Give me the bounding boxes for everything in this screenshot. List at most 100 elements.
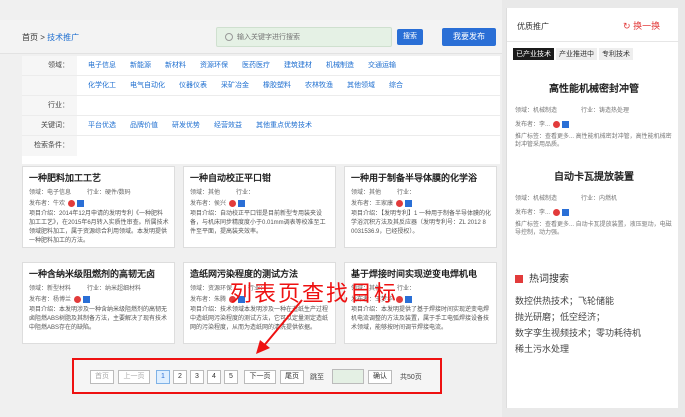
- filter-option[interactable]: 新能源: [130, 62, 151, 69]
- promo-industry: 行业：内燃机: [581, 196, 618, 202]
- sidebar-title: 优质推广: [517, 22, 549, 31]
- card-description: 项目介绍：本发明涉及一种含纳米级阻燃剂的高韧无卤阻燃ABS树脂及其制备方法，主要…: [29, 307, 168, 331]
- card-publisher: 发布者：王家康: [351, 201, 394, 207]
- promo-item[interactable]: 高性能机械密封冲管 领域：机械制造 行业：铸造热处理 发布者：李... 推广标签：…: [515, 80, 673, 149]
- card-title[interactable]: 一种含纳米级阻燃剂的高韧无卤: [29, 267, 155, 280]
- filter-option[interactable]: 经营效益: [214, 122, 242, 129]
- promo-item[interactable]: 自动卡瓦提放装置 领域：机械制造 行业：内燃机 发布者：李... 推广标签：查看更…: [515, 168, 673, 237]
- filter-option[interactable]: 平台优选: [88, 122, 116, 129]
- pager-confirm-button[interactable]: 确认: [368, 370, 392, 384]
- promo-title[interactable]: 自动卡瓦提放装置: [515, 168, 673, 183]
- filter-option[interactable]: 农林牧渔: [305, 82, 333, 89]
- search-input[interactable]: [237, 30, 387, 44]
- breadcrumb-home[interactable]: 首页: [22, 33, 38, 42]
- filter-option[interactable]: 仪器仪表: [179, 82, 207, 89]
- filter-option[interactable]: 新材料: [165, 62, 186, 69]
- card-industry: 行业：: [236, 190, 255, 196]
- tab-patent[interactable]: 专利技术: [599, 48, 633, 60]
- hot-search-icon: [515, 275, 523, 284]
- tab-in-progress[interactable]: 产业推进中: [556, 48, 597, 60]
- badge-icon: [83, 295, 91, 303]
- card-publisher: 发布者：侯兴: [190, 201, 227, 207]
- promo-industry: 行业：铸造热处理: [581, 108, 630, 114]
- card-field: 领域：电子信息: [29, 190, 72, 196]
- badge-icon: [405, 199, 413, 207]
- result-card[interactable]: 一种自动校正平口钳 领域：其他 行业： 发布者：侯兴 项目介绍：自动校正平口钳是目…: [183, 166, 336, 248]
- pager-prev-button[interactable]: 上一页: [118, 370, 150, 384]
- breadcrumb-current[interactable]: 技术推广: [47, 33, 79, 42]
- hot-search-line[interactable]: 抛光研磨；低空经济；: [515, 309, 675, 325]
- pager-goto-input[interactable]: [332, 369, 364, 384]
- pager-page-5[interactable]: 5: [224, 370, 238, 384]
- badge-icon: [77, 199, 85, 207]
- card-field: 领域：新型材料: [29, 286, 72, 292]
- filter-option[interactable]: 建筑建材: [284, 62, 312, 69]
- publish-button[interactable]: 我要发布: [442, 28, 496, 46]
- promo-publisher: 发布者：李...: [515, 210, 551, 216]
- card-title[interactable]: 一种用于制备半导体膜的化学浴: [351, 171, 477, 184]
- filter-option[interactable]: 研发优势: [172, 122, 200, 129]
- card-publisher: 发布者：牛欢: [29, 201, 66, 207]
- pager-page-4[interactable]: 4: [207, 370, 221, 384]
- pager-first-button[interactable]: 首页: [90, 370, 114, 384]
- filter-option[interactable]: 电子信息: [88, 62, 116, 69]
- refresh-icon: ↻: [623, 21, 631, 31]
- badge-icon: [562, 208, 570, 216]
- verified-icon: [68, 199, 76, 207]
- filter-option[interactable]: 医药医疗: [242, 62, 270, 69]
- result-card[interactable]: 一种肥料加工工艺 领域：电子信息 行业：硬件/数码 发布者：牛欢 项目介绍：201…: [22, 166, 175, 248]
- refresh-label: 换一换: [633, 21, 661, 31]
- filter-option[interactable]: 橡胶塑料: [263, 82, 291, 89]
- hot-search-line[interactable]: 数字孪生视频技术；零功耗待机: [515, 325, 675, 341]
- sidebar: 优质推广 ↻ 换一换 已产业技术 产业推进中 专利技术 高性能机械密封冲管 领域：机…: [506, 8, 679, 408]
- hot-search-line[interactable]: 稀土污水处理: [515, 341, 675, 357]
- badge-icon: [562, 120, 570, 128]
- filter-option[interactable]: 其他领域: [347, 82, 375, 89]
- pager-page-3[interactable]: 3: [190, 370, 204, 384]
- pager-last-button[interactable]: 尾页: [280, 370, 304, 384]
- card-publisher: 发布者：朱腾: [190, 297, 227, 303]
- result-card[interactable]: 一种用于制备半导体膜的化学浴 领域：其他 行业： 发布者：王家康 项目介绍：【发明…: [344, 166, 497, 248]
- pager-total: 共50页: [400, 374, 422, 381]
- promo-field: 领域：机械制造: [515, 196, 558, 202]
- annotation-arrow-icon: [256, 299, 303, 354]
- filter-label: 行业：: [22, 96, 77, 115]
- card-publisher: 发布者：杨博兰: [29, 297, 72, 303]
- card-industry: 行业：纳米超细材料: [87, 286, 142, 292]
- card-title[interactable]: 一种肥料加工工艺: [29, 171, 101, 184]
- filter-label: 关键词：: [22, 116, 77, 135]
- tab-industry-tech[interactable]: 已产业技术: [513, 48, 554, 60]
- hot-search-line[interactable]: 数控供热技术；飞轮储能: [515, 293, 675, 309]
- verified-icon: [229, 199, 237, 207]
- card-description: 项目介绍：【发明专利】1 一种用于制备半导体膜的化学浴沉积方法及其反应器（发明专…: [351, 211, 492, 235]
- breadcrumb-separator: >: [38, 33, 48, 42]
- pager-page-2[interactable]: 2: [173, 370, 187, 384]
- filter-option[interactable]: 交通运输: [368, 62, 396, 69]
- verified-icon: [396, 199, 404, 207]
- verified-icon: [74, 295, 82, 303]
- filter-option[interactable]: 资源环保: [200, 62, 228, 69]
- filter-option[interactable]: 品牌价值: [130, 122, 158, 129]
- card-description: 项目介绍：本发明提供了基于焊接时间实现逆变电焊机电流调整的方法及装置，属于手工电…: [351, 307, 490, 331]
- filter-option[interactable]: 其他重点优势技术: [256, 122, 312, 129]
- filter-row-industry: 行业：: [22, 96, 500, 116]
- card-title[interactable]: 一种自动校正平口钳: [190, 171, 271, 184]
- card-description: 项目介绍：2014年12月申请的发明专利《一种肥料加工工艺》，在2015年6月转…: [29, 211, 169, 244]
- top-bar: 首页 > 技术推广 搜索 我要发布: [0, 20, 502, 54]
- filter-option[interactable]: 综合: [389, 82, 403, 89]
- promo-title[interactable]: 高性能机械密封冲管: [515, 80, 673, 95]
- pagination: 首页 上一页 1 2 3 4 5 下一页 尾页 跳至 确认 共50页: [72, 358, 442, 394]
- filter-option[interactable]: 采矿冶金: [221, 82, 249, 89]
- result-card[interactable]: 一种含纳米级阻燃剂的高韧无卤 领域：新型材料 行业：纳米超细材料 发布者：杨博兰 …: [22, 262, 175, 344]
- filter-option[interactable]: 电气自动化: [130, 82, 165, 89]
- promo-publisher: 发布者：李...: [515, 122, 551, 128]
- filter-option[interactable]: 化学化工: [88, 82, 116, 89]
- pager-next-button[interactable]: 下一页: [244, 370, 276, 384]
- filter-option[interactable]: 机械制造: [326, 62, 354, 69]
- refresh-button[interactable]: ↻ 换一换: [623, 19, 660, 32]
- search-button[interactable]: 搜索: [397, 29, 423, 45]
- card-industry: 行业：: [397, 190, 416, 196]
- pager-page-1[interactable]: 1: [156, 370, 170, 384]
- filter-row-conditions: 检索条件：: [22, 136, 500, 156]
- filter-label: 检索条件：: [22, 136, 77, 156]
